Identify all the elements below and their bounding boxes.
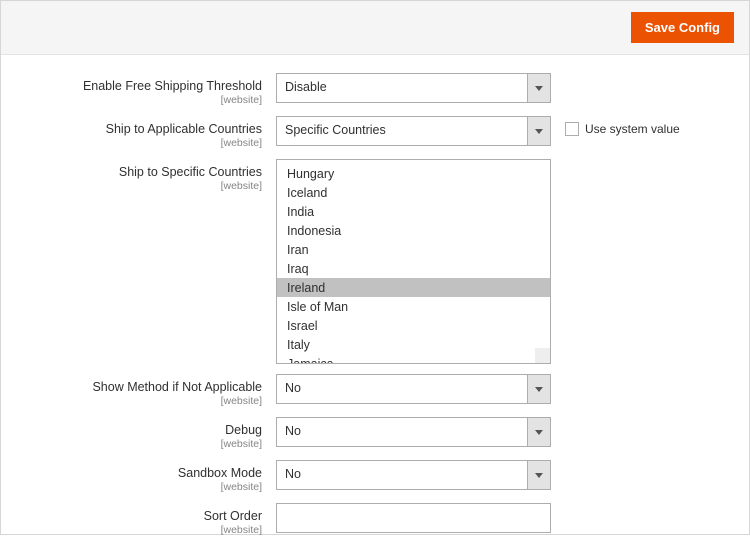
label-text: Sort Order [204, 509, 262, 523]
country-option[interactable]: Isle of Man [277, 297, 550, 316]
chevron-down-icon[interactable] [527, 116, 551, 146]
label-sandbox: Sandbox Mode [website] [1, 460, 276, 493]
applicable-countries-select[interactable]: Specific Countries [276, 116, 551, 146]
country-option[interactable]: Israel [277, 316, 550, 335]
use-system-value-checkbox[interactable] [565, 122, 579, 136]
label-text: Ship to Applicable Countries [106, 122, 262, 136]
row-free-shipping-threshold: Enable Free Shipping Threshold [website]… [1, 73, 749, 106]
save-config-button[interactable]: Save Config [631, 12, 734, 43]
label-text: Ship to Specific Countries [119, 165, 262, 179]
topbar: Save Config [1, 1, 749, 55]
country-option[interactable]: Italy [277, 335, 550, 354]
country-option[interactable]: Iraq [277, 259, 550, 278]
scope-text: [website] [1, 481, 262, 493]
show-method-select[interactable]: No [276, 374, 551, 404]
row-sandbox: Sandbox Mode [website] No [1, 460, 749, 493]
label-text: Sandbox Mode [178, 466, 262, 480]
country-option[interactable]: Hungary [277, 164, 550, 183]
label-applicable-countries: Ship to Applicable Countries [website] [1, 116, 276, 149]
config-form: Enable Free Shipping Threshold [website]… [1, 55, 749, 536]
row-debug: Debug [website] No [1, 417, 749, 450]
chevron-down-icon[interactable] [527, 460, 551, 490]
chevron-down-icon[interactable] [527, 374, 551, 404]
scope-text: [website] [1, 438, 262, 450]
select-value: No [276, 374, 527, 404]
chevron-down-icon[interactable] [527, 417, 551, 447]
label-text: Show Method if Not Applicable [92, 380, 262, 394]
label-sort-order: Sort Order [website] [1, 503, 276, 536]
use-system-value-wrap: Use system value [551, 116, 711, 136]
country-option[interactable]: India [277, 202, 550, 221]
select-value: No [276, 417, 527, 447]
country-option[interactable]: Indonesia [277, 221, 550, 240]
sort-order-input[interactable] [276, 503, 551, 533]
specific-countries-multiselect[interactable]: HungaryIcelandIndiaIndonesiaIranIraqIrel… [276, 159, 551, 364]
row-specific-countries: Ship to Specific Countries [website] Hun… [1, 159, 749, 364]
row-sort-order: Sort Order [website] [1, 503, 749, 536]
select-value: No [276, 460, 527, 490]
scope-text: [website] [1, 94, 262, 106]
chevron-down-icon[interactable] [527, 73, 551, 103]
label-specific-countries: Ship to Specific Countries [website] [1, 159, 276, 192]
sandbox-select[interactable]: No [276, 460, 551, 490]
scope-text: [website] [1, 395, 262, 407]
scope-text: [website] [1, 180, 262, 192]
select-value: Specific Countries [276, 116, 527, 146]
label-free-shipping-threshold: Enable Free Shipping Threshold [website] [1, 73, 276, 106]
country-option[interactable]: Ireland [277, 278, 550, 297]
country-option[interactable]: Iran [277, 240, 550, 259]
row-applicable-countries: Ship to Applicable Countries [website] S… [1, 116, 749, 149]
label-text: Debug [225, 423, 262, 437]
country-option[interactable]: Iceland [277, 183, 550, 202]
debug-select[interactable]: No [276, 417, 551, 447]
country-option[interactable]: Jamaica [277, 354, 550, 364]
scope-text: [website] [1, 137, 262, 149]
label-text: Enable Free Shipping Threshold [83, 79, 262, 93]
free-shipping-threshold-select[interactable]: Disable [276, 73, 551, 103]
row-show-method: Show Method if Not Applicable [website] … [1, 374, 749, 407]
select-value: Disable [276, 73, 527, 103]
label-debug: Debug [website] [1, 417, 276, 450]
label-show-method: Show Method if Not Applicable [website] [1, 374, 276, 407]
scope-text: [website] [1, 524, 262, 536]
use-system-value-label: Use system value [585, 122, 680, 136]
